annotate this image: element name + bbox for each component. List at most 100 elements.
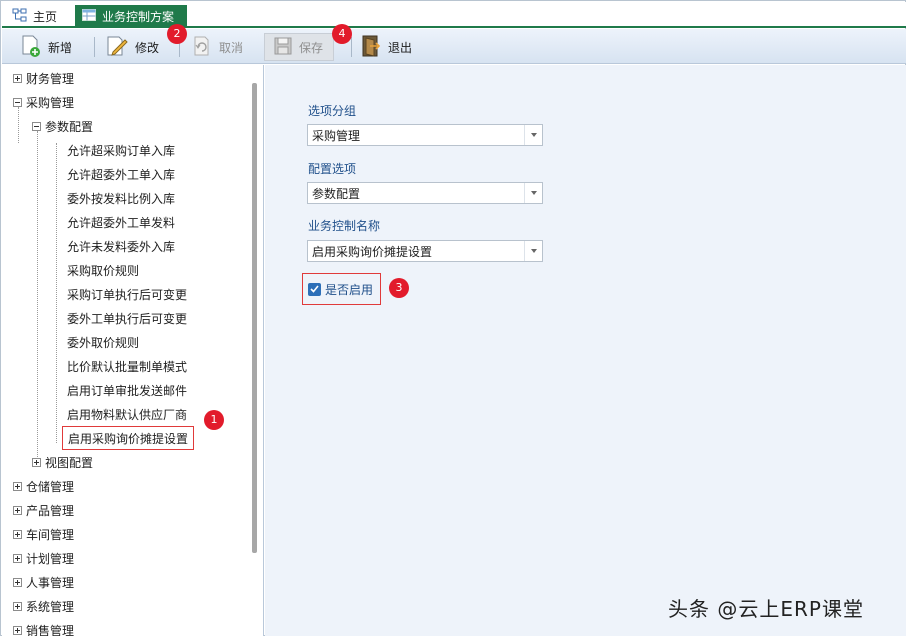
tree-leaf-label: 启用物料默认供应厂商	[67, 407, 188, 422]
floppy-disk-icon	[273, 36, 293, 59]
enable-checkbox-label: 是否启用	[325, 282, 374, 297]
tree-node-finance[interactable]: 财务管理	[13, 68, 74, 88]
dropdown-arrow-icon[interactable]	[524, 241, 542, 261]
expand-plus-icon[interactable]	[13, 625, 22, 635]
tree-leaf-label: 允许超采购订单入库	[67, 143, 176, 158]
tree-leaf-label: 启用采购询价摊提设置	[68, 431, 189, 446]
edit-label: 修改	[135, 40, 160, 55]
expand-plus-icon[interactable]	[13, 481, 22, 491]
toolbar: 新增 修改 取消 保存 退出 2 4	[2, 24, 906, 64]
tree-node-hr[interactable]: 人事管理	[13, 572, 74, 592]
tree-leaf[interactable]: 采购订单执行后可变更	[67, 284, 187, 304]
collapse-minus-icon[interactable]	[32, 121, 41, 131]
tree-node-view-config[interactable]: 视图配置	[32, 452, 93, 472]
name-field-label: 业务控制名称	[308, 219, 381, 233]
tree-node-label: 财务管理	[26, 71, 75, 86]
tree-leaf[interactable]: 启用物料默认供应厂商	[67, 404, 187, 424]
control-name-select[interactable]: 启用采购询价摊提设置	[307, 240, 543, 262]
tree-node-label: 视图配置	[45, 455, 94, 470]
config-select-value: 参数配置	[312, 186, 361, 201]
tree-node-label: 仓储管理	[26, 479, 75, 494]
tree-leaf[interactable]: 允许超委外工单入库	[67, 164, 175, 184]
new-document-icon	[20, 34, 42, 61]
tree-node-product[interactable]: 产品管理	[13, 500, 74, 520]
dropdown-arrow-icon[interactable]	[524, 125, 542, 145]
tree-leaf-label: 委外工单执行后可变更	[67, 311, 188, 326]
tree-node-label: 产品管理	[26, 503, 75, 518]
tree-leaf[interactable]: 比价默认批量制单模式	[67, 356, 187, 376]
home-tree-icon	[12, 8, 28, 25]
expand-plus-icon[interactable]	[32, 457, 41, 467]
navigation-tree: 财务管理 采购管理 参数配置 允许超采购订单入库 允许超委外工单入库 委外按发料…	[2, 65, 264, 636]
expand-plus-icon[interactable]	[13, 553, 22, 563]
config-field-label: 配置选项	[308, 162, 357, 176]
tree-leaf-label: 启用订单审批发送邮件	[67, 383, 188, 398]
tree-node-label: 参数配置	[45, 119, 94, 134]
tree-node-label: 计划管理	[26, 551, 75, 566]
tree-node-system[interactable]: 系统管理	[13, 596, 74, 616]
undo-icon	[191, 35, 213, 60]
dropdown-arrow-icon[interactable]	[524, 183, 542, 203]
tree-leaf-label: 允许未发料委外入库	[67, 239, 176, 254]
tree-leaf[interactable]: 允许超采购订单入库	[67, 140, 175, 160]
tree-node-warehouse[interactable]: 仓储管理	[13, 476, 74, 496]
tree-connector	[56, 143, 57, 443]
tree-leaf[interactable]: 采购取价规则	[67, 260, 139, 280]
add-button[interactable]: 新增	[20, 33, 72, 61]
expand-plus-icon[interactable]	[13, 601, 22, 611]
tree-leaf[interactable]: 委外取价规则	[67, 332, 139, 352]
collapse-minus-icon[interactable]	[13, 97, 22, 107]
exit-button[interactable]: 退出	[360, 33, 412, 61]
expand-plus-icon[interactable]	[13, 529, 22, 539]
exit-door-icon	[360, 34, 382, 61]
group-select-value: 采购管理	[312, 128, 361, 143]
tree-node-label: 销售管理	[26, 623, 75, 636]
expand-plus-icon[interactable]	[13, 577, 22, 587]
save-button[interactable]: 保存	[264, 33, 335, 61]
tree-leaf-label: 委外按发料比例入库	[67, 191, 176, 206]
tree-connector	[37, 131, 38, 465]
tree-node-param-config[interactable]: 参数配置	[32, 116, 93, 136]
annotation-badge-2: 2	[167, 24, 187, 44]
tree-node-planning[interactable]: 计划管理	[13, 548, 74, 568]
add-label: 新增	[48, 40, 73, 55]
tree-node-purchase[interactable]: 采购管理	[13, 92, 74, 112]
edit-button[interactable]: 修改	[105, 33, 159, 61]
tab-bar: 主页 业务控制方案	[2, 2, 906, 28]
watermark: 头条 @云上ERP课堂	[668, 597, 864, 621]
tab-business-control[interactable]: 业务控制方案	[75, 5, 187, 27]
cancel-button[interactable]: 取消	[191, 33, 243, 61]
exit-label: 退出	[388, 40, 413, 55]
app-window: 主页 业务控制方案 新增 修改 取消 保存 退出 2 4 财务管理 采购管理 参…	[0, 0, 906, 636]
config-select[interactable]: 参数配置	[307, 182, 543, 204]
tree-leaf-label: 采购订单执行后可变更	[67, 287, 188, 302]
tree-leaf[interactable]: 启用订单审批发送邮件	[67, 380, 187, 400]
save-label: 保存	[299, 40, 324, 55]
toolbar-divider	[94, 37, 95, 57]
tree-node-sales[interactable]: 销售管理	[13, 620, 74, 636]
tab-active-label: 业务控制方案	[102, 9, 175, 24]
tree-node-label: 系统管理	[26, 599, 75, 614]
tree-leaf-label: 委外取价规则	[67, 335, 140, 350]
tree-leaf[interactable]: 委外工单执行后可变更	[67, 308, 187, 328]
tree-leaf[interactable]: 允许未发料委外入库	[67, 236, 175, 256]
annotation-badge-1: 1	[204, 410, 224, 430]
tree-leaf-label: 采购取价规则	[67, 263, 140, 278]
enable-checkbox-group[interactable]: 是否启用	[302, 273, 381, 305]
expand-plus-icon[interactable]	[13, 73, 22, 83]
tree-leaf[interactable]: 允许超委外工单发料	[67, 212, 175, 232]
tree-leaf-selected[interactable]: 启用采购询价摊提设置	[62, 426, 195, 450]
tree-connector	[18, 107, 19, 143]
tree-leaf[interactable]: 委外按发料比例入库	[67, 188, 175, 208]
tree-scrollbar[interactable]	[252, 83, 257, 553]
checkbox-checked-icon[interactable]	[308, 282, 321, 296]
cancel-label: 取消	[219, 40, 244, 55]
tree-leaf-label: 允许超委外工单发料	[67, 215, 176, 230]
tree-node-workshop[interactable]: 车间管理	[13, 524, 74, 544]
annotation-badge-3: 3	[389, 278, 409, 298]
tab-home-label: 主页	[33, 9, 58, 24]
group-select[interactable]: 采购管理	[307, 124, 543, 146]
expand-plus-icon[interactable]	[13, 505, 22, 515]
tab-home[interactable]: 主页	[12, 6, 57, 26]
tree-node-label: 车间管理	[26, 527, 75, 542]
